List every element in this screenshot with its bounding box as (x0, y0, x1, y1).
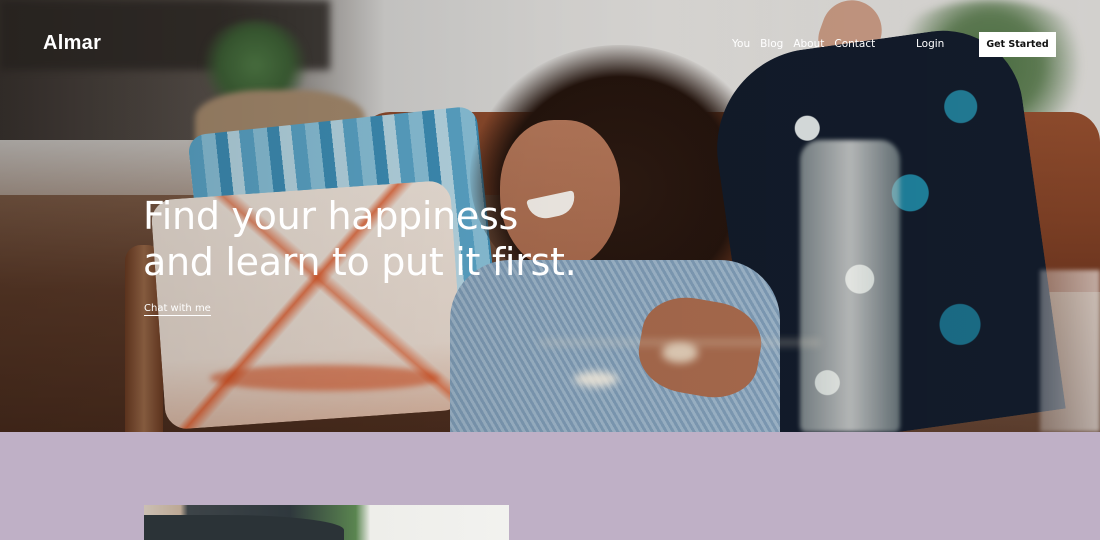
login-link[interactable]: Login (916, 38, 944, 50)
hero-title-line-2: and learn to put it first. (143, 240, 577, 284)
nav-item-blog[interactable]: Blog (760, 38, 783, 50)
nav-item-contact[interactable]: Contact (834, 38, 875, 50)
main-nav: You Blog About Contact (732, 38, 885, 50)
hero-title: Find your happiness and learn to put it … (143, 193, 577, 285)
site-header: Almar You Blog About Contact Login Get S… (0, 0, 1100, 90)
chat-with-me-link[interactable]: Chat with me (144, 303, 211, 316)
nav-item-you[interactable]: You (732, 38, 750, 50)
brand-logo[interactable]: Almar (43, 32, 101, 55)
lower-section-image (144, 505, 509, 540)
get-started-button[interactable]: Get Started (979, 32, 1056, 57)
hero-title-line-1: Find your happiness (143, 194, 518, 238)
nav-item-about[interactable]: About (793, 38, 824, 50)
